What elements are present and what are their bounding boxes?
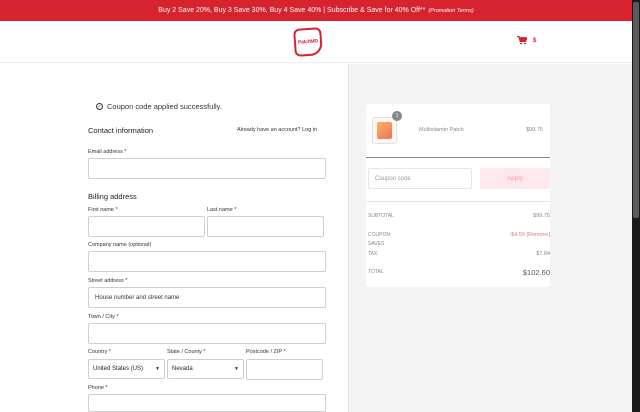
company-label: Company name (optional) xyxy=(88,242,152,248)
chevron-down-icon: ▼ xyxy=(234,366,239,372)
tax-label: TAX xyxy=(368,251,378,257)
scrollbar[interactable] xyxy=(632,0,640,412)
remove-coupon-link[interactable]: [Remove] xyxy=(526,232,550,238)
login-link[interactable]: Already have an account? Log in xyxy=(237,127,317,133)
phone-label: Phone * xyxy=(88,385,108,391)
promo-banner: Buy 2 Save 20%, Buy 3 Save 30%, Buy 4 Sa… xyxy=(0,0,632,21)
last-name-label: Last name * xyxy=(207,207,237,213)
postcode-label: Postcode / ZIP * xyxy=(246,349,286,355)
town-field[interactable] xyxy=(88,323,326,344)
divider xyxy=(366,201,550,202)
country-select[interactable]: United States (US) ▼ xyxy=(88,359,165,379)
country-label: Country * xyxy=(88,349,111,355)
coupon-discount: -$4.99 [Remove] xyxy=(509,232,550,238)
email-label: Email address * xyxy=(88,149,127,155)
scrollbar-thumb[interactable] xyxy=(633,2,639,218)
street-address-field[interactable]: House number and street name xyxy=(88,287,326,308)
coupon-label: COUPON: xyxy=(368,232,392,238)
coupon-value: -$4.99 xyxy=(509,232,525,238)
quantity-badge: 1 xyxy=(392,111,402,121)
site-header: PatchMD xyxy=(0,21,632,63)
coupon-code-input[interactable]: Coupon code xyxy=(368,168,472,189)
divider xyxy=(366,157,550,158)
last-name-field[interactable] xyxy=(207,216,324,237)
tax-value: $7.84 xyxy=(536,251,550,257)
country-value: United States (US) xyxy=(93,366,144,372)
state-select[interactable]: Nevada ▼ xyxy=(167,359,244,379)
patch-image xyxy=(377,122,392,139)
product-thumbnail xyxy=(372,117,397,144)
town-label: Town / City * xyxy=(88,314,119,320)
cart-amount[interactable]: $ xyxy=(533,38,536,44)
first-name-label: First name * xyxy=(88,207,118,213)
street-label: Street address * xyxy=(88,278,128,284)
subtotal-label: SUBTOTAL xyxy=(368,213,394,219)
shopping-cart-icon[interactable] xyxy=(517,36,527,45)
subtotal-value: $99.75 xyxy=(533,213,550,219)
state-label: State / County * xyxy=(167,349,206,355)
notice-text: Coupon code applied successfully. xyxy=(107,102,222,111)
postcode-field[interactable] xyxy=(246,359,323,380)
coupon-code: SAVES xyxy=(368,241,385,247)
first-name-field[interactable] xyxy=(88,216,205,237)
check-circle-icon: ✓ xyxy=(96,103,103,110)
total-label: TOTAL xyxy=(368,269,384,275)
logo-text: PatchMD xyxy=(297,38,319,46)
company-field[interactable] xyxy=(88,251,326,272)
promo-terms-link[interactable]: (Promotion Terms) xyxy=(428,8,473,14)
brand-logo[interactable]: PatchMD xyxy=(293,27,323,57)
email-field[interactable] xyxy=(88,158,326,179)
billing-heading: Billing address xyxy=(88,192,137,201)
total-value: $102.60 xyxy=(522,268,550,277)
contact-heading: Contact information xyxy=(88,126,154,135)
phone-field[interactable] xyxy=(88,394,326,412)
chevron-down-icon: ▼ xyxy=(155,366,160,372)
coupon-success-notice: ✓ Coupon code applied successfully. xyxy=(96,102,222,111)
state-value: Nevada xyxy=(172,366,193,372)
apply-coupon-button[interactable]: Apply xyxy=(480,168,550,189)
product-price: $99.75 xyxy=(526,127,543,133)
product-name: Multivitamin Patch xyxy=(419,127,464,133)
promo-text: Buy 2 Save 20%, Buy 3 Save 30%, Buy 4 Sa… xyxy=(158,7,426,14)
